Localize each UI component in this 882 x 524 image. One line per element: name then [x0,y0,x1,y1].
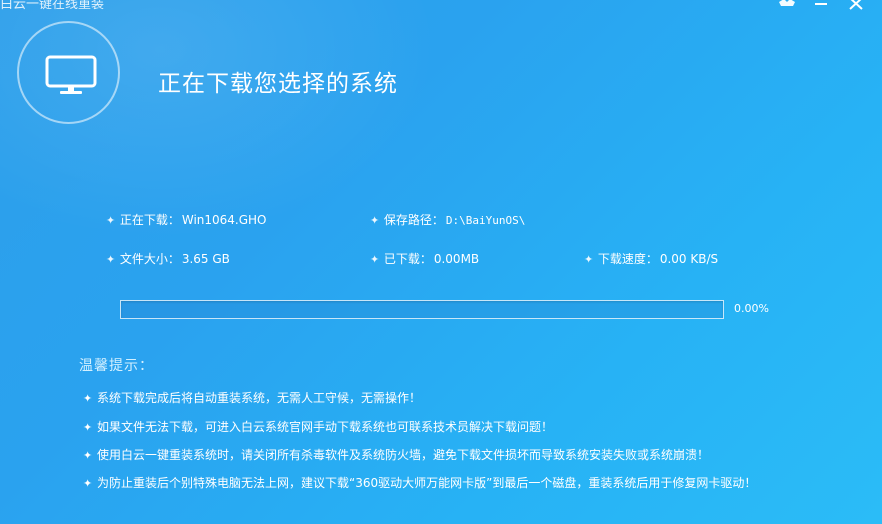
tip-text: 如果文件无法下载，可进入白云系统官网手动下载系统也可联系技术员解决下载问题！ [97,420,554,434]
downloading-file-field: ✦ 正在下载： Win1064.GHO [106,211,267,228]
bullet-icon: ✦ [370,214,380,227]
minimize-button[interactable] [810,0,832,14]
tip-item: ✦ 如果文件无法下载，可进入白云系统官网手动下载系统也可联系技术员解决下载问题！ [83,418,553,435]
installer-window: 白云一键在线重装 正在下载您选择的系统 ✦ 正在下载：Win1064.GHO [0,0,882,524]
bullet-icon: ✦ [83,449,93,462]
tip-text: 为防止重装后个别特殊电脑无法上网，建议下载“360驱动大师万能网卡版”到最后一个… [97,476,757,490]
close-button[interactable] [845,0,867,14]
page-title: 正在下载您选择的系统 [158,71,398,97]
bullet-icon: ✦ [584,253,594,266]
tip-text: 使用白云一键重装系统时，请关闭所有杀毒软件及系统防火墙，避免下载文件损坏而导致系… [97,448,710,462]
speed-value: 0.00 KB/S [659,252,719,266]
minimize-icon [815,3,827,5]
downloading-value: Win1064.GHO [181,213,267,227]
tip-item: ✦ 系统下载完成后将自动重装系统，无需人工守候，无需操作！ [83,389,421,406]
bullet-icon: ✦ [83,421,93,434]
file-size-field: ✦ 文件大小： 3.65 GB [106,250,230,267]
downloaded-value: 0.00MB [433,252,480,266]
bullet-icon: ✦ [106,214,116,227]
tip-text: 系统下载完成后将自动重装系统，无需人工守候，无需操作！ [97,391,422,405]
download-progress-bar [120,300,724,319]
downloaded-label: 已下载： [383,252,432,266]
skin-icon [779,0,795,6]
downloading-label: 正在下载： [119,213,180,227]
tip-item: ✦ 为防止重装后个别特殊电脑无法上网，建议下载“360驱动大师万能网卡版”到最后一… [83,474,756,491]
skin-button[interactable] [776,0,798,14]
tip-item: ✦ 使用白云一键重装系统时，请关闭所有杀毒软件及系统防火墙，避免下载文件损坏而导致… [83,446,709,463]
monitor-badge [17,21,120,124]
speed-label: 下载速度： [597,252,658,266]
save-path-label: 保存路径： [383,213,444,227]
file-size-value: 3.65 GB [181,252,230,266]
save-path-field: ✦ 保存路径： D:\BaiYunOS\ [370,211,525,228]
app-title: 白云一键在线重装 [0,0,105,12]
progress-percent: 0.00% [734,302,769,315]
save-path-value: D:\BaiYunOS\ [445,214,526,227]
file-size-label: 文件大小： [119,252,180,266]
bullet-icon: ✦ [370,253,380,266]
bullet-icon: ✦ [83,477,93,490]
download-speed-field: ✦ 下载速度： 0.00 KB/S [584,250,718,267]
monitor-icon [45,55,97,94]
downloaded-field: ✦ 已下载： 0.00MB [370,250,479,267]
bullet-icon: ✦ [106,253,116,266]
close-icon [849,0,863,10]
title-bar: 白云一键在线重装 [0,0,882,20]
tips-heading: 温馨提示： [79,358,154,374]
bullet-icon: ✦ [83,392,93,405]
